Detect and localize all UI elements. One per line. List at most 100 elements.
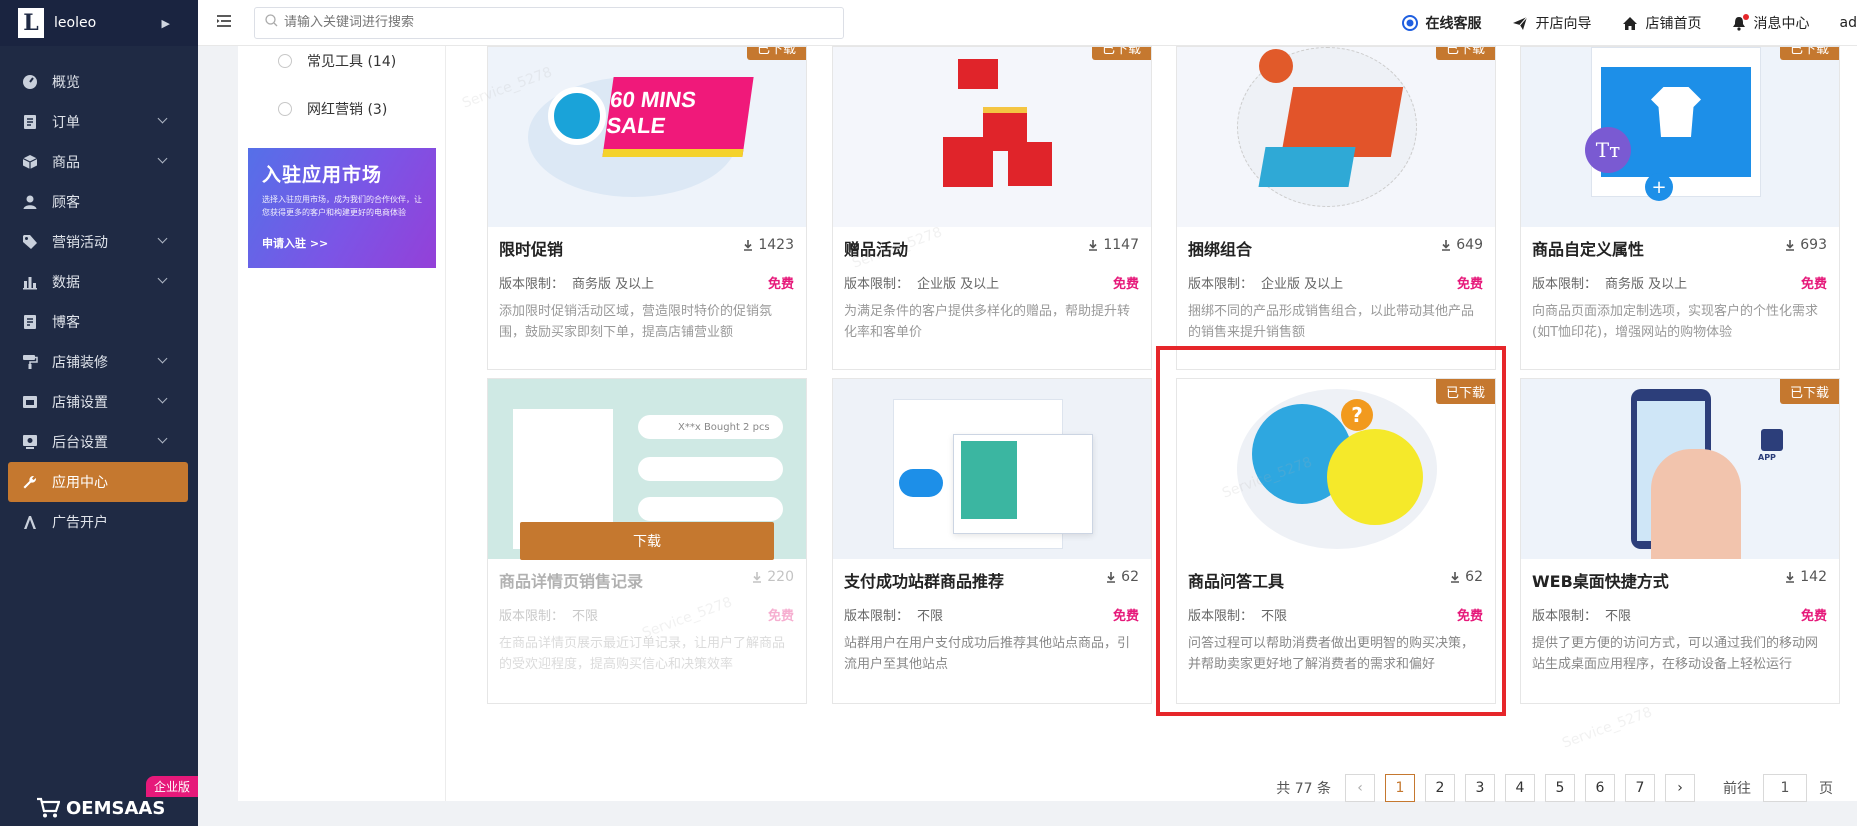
sidebar-item-admin-settings[interactable]: 后台设置 — [0, 422, 198, 462]
page-button[interactable]: 1 — [1385, 774, 1415, 802]
download-count-value: 1423 — [758, 237, 794, 253]
sidebar-item-ads[interactable]: 广告开户 — [0, 502, 198, 542]
filter-option-influencer[interactable]: 网红营销 (3) — [278, 99, 387, 119]
radio-button[interactable] — [278, 54, 292, 68]
sidebar-item-label: 商品 — [52, 155, 80, 171]
price: 免费 — [1112, 277, 1139, 292]
page-button[interactable]: 5 — [1545, 774, 1575, 802]
link-icon — [1259, 49, 1293, 83]
download-icon — [743, 239, 753, 251]
banner-title: 入驻应用市场 — [262, 164, 383, 186]
sidebar: L leoleo ▶ 概览 订单 商品 顾客 营销活动 数据 博客 店铺装修 店… — [0, 0, 198, 826]
prev-page-button[interactable]: ‹ — [1345, 774, 1375, 802]
app-card[interactable]: 支付成功站群商品推荐 62 版本限制： 不限 免费 站群用户在用户支付成功后推荐其… — [832, 378, 1152, 704]
footer-brand: OEMSAAS — [66, 797, 166, 819]
app-description: 添加限时促销活动区域，营造限时特价的促销氛围，鼓励买家即刻下单，提高店铺营业额 — [499, 304, 773, 340]
sidebar-item-app-center[interactable]: 应用中心 — [8, 462, 188, 502]
app-thumbnail — [1177, 47, 1495, 227]
radio-button[interactable] — [278, 102, 292, 116]
brand-name: leoleo — [54, 15, 97, 31]
app-label: APP — [1758, 453, 1776, 462]
sidebar-item-customers[interactable]: 顾客 — [0, 182, 198, 222]
chevron-down-icon — [157, 433, 168, 444]
page-button[interactable]: 7 — [1625, 774, 1655, 802]
page-button[interactable]: 4 — [1505, 774, 1535, 802]
brand-switcher[interactable]: L leoleo ▶ — [0, 0, 198, 46]
user-menu[interactable]: ad — [1840, 15, 1857, 31]
sales-record-line — [638, 457, 783, 481]
sale-sign: 60 MINS SALE — [602, 77, 754, 157]
sidebar-item-store-settings[interactable]: 店铺设置 — [0, 382, 198, 422]
app-description: 捆绑不同的产品形成销售组合，以此带动其他产品的销售来提升销售额 — [1188, 304, 1475, 340]
app-market-banner[interactable]: 入驻应用市场 选择入驻应用市场，成为我们的合作伙伴，让您获得更多的客户和构建更好… — [248, 148, 436, 268]
app-description: 提供了更方便的访问方式，可以通过我们的移动网站生成桌面应用程序，在移动设备上轻松… — [1532, 636, 1819, 672]
app-card[interactable]: X**x Bought 2 pcs 下载 商品详情页销售记录 220 版本限制：… — [487, 378, 807, 704]
version-limit: 版本限制： 不限 — [499, 605, 598, 624]
app-card[interactable]: 已下载 赠品活动 1147 版本限制： 企业版 及以上 免费 为满足条件的客户提供… — [832, 46, 1152, 370]
blog-icon — [22, 314, 38, 330]
message-center-label: 消息中心 — [1753, 16, 1810, 32]
download-count: 1423 — [743, 237, 794, 253]
banner-apply-link[interactable]: 申请入驻 >> — [262, 235, 422, 251]
version-value: 企业版 及以上 — [1261, 277, 1344, 292]
app-card[interactable]: APP 已下载 WEB桌面快捷方式 142 版本限制： 不限 免费 提供了更方便的… — [1520, 378, 1840, 704]
app-title: 商品自定义属性 — [1532, 240, 1645, 259]
sidebar-item-blog[interactable]: 博客 — [0, 302, 198, 342]
download-button[interactable]: 下载 — [520, 522, 774, 560]
sidebar-item-overview[interactable]: 概览 — [0, 62, 198, 102]
setup-guide-label: 开店向导 — [1535, 16, 1592, 32]
setup-guide-link[interactable]: 开店向导 — [1512, 13, 1592, 33]
next-page-button[interactable]: › — [1665, 774, 1695, 802]
download-count-value: 649 — [1456, 237, 1483, 253]
user-name: ad — [1839, 15, 1857, 31]
page-button[interactable]: 2 — [1425, 774, 1455, 802]
paper-plane-icon — [1512, 16, 1528, 31]
chevron-down-icon — [157, 273, 168, 284]
menu-toggle-icon[interactable] — [216, 13, 234, 32]
version-label: 版本限制： — [1188, 277, 1254, 292]
sidebar-item-products[interactable]: 商品 — [0, 142, 198, 182]
search-icon — [265, 14, 278, 31]
order-icon — [22, 114, 38, 130]
page-button[interactable]: 6 — [1585, 774, 1615, 802]
price: 免费 — [1800, 609, 1827, 624]
app-title: 捆绑组合 — [1188, 240, 1253, 259]
sidebar-item-orders[interactable]: 订单 — [0, 102, 198, 142]
search-box[interactable] — [254, 6, 844, 39]
version-limit: 版本限制： 企业版 及以上 — [844, 273, 999, 292]
goto-page-input[interactable]: 1 — [1763, 774, 1807, 802]
product-image — [961, 441, 1017, 519]
search-input[interactable] — [284, 15, 824, 30]
admin-settings-icon — [22, 434, 38, 450]
page-button[interactable]: 3 — [1465, 774, 1495, 802]
online-support-link[interactable]: 在线客服 — [1401, 13, 1482, 33]
sidebar-item-data[interactable]: 数据 — [0, 262, 198, 302]
download-icon — [1441, 239, 1451, 251]
download-icon — [752, 571, 762, 583]
app-thumbnail — [833, 47, 1151, 227]
total-count: 共 77 条 — [1276, 781, 1331, 797]
app-card[interactable]: 已下载 捆绑组合 649 版本限制： 企业版 及以上 免费 捆绑不同的产品形成销售… — [1176, 46, 1496, 370]
pagination: 共 77 条 ‹ 1 2 3 4 5 6 7 › 前往 1 页 — [1276, 774, 1857, 802]
app-title: 限时促销 — [499, 240, 564, 259]
download-count: 1147 — [1088, 237, 1139, 253]
app-card[interactable]: 60 MINS SALE 已下载 限时促销 1423 版本限制： 商务版 及以上 … — [487, 46, 807, 370]
download-count-value: 220 — [767, 569, 794, 585]
version-value: 商务版 及以上 — [1605, 277, 1688, 292]
filter-option-common-tools[interactable]: 常见工具 (14) — [278, 51, 396, 71]
version-value: 商务版 及以上 — [572, 277, 655, 292]
chevron-down-icon — [157, 353, 168, 364]
version-value: 不限 — [917, 609, 944, 624]
app-shortcut-icon — [1761, 429, 1783, 451]
sidebar-item-marketing[interactable]: 营销活动 — [0, 222, 198, 262]
download-icon — [1785, 571, 1795, 583]
message-center-link[interactable]: 消息中心 — [1732, 13, 1810, 33]
wrench-icon — [22, 474, 38, 490]
app-card[interactable]: Tт + 已下载 商品自定义属性 693 版本限制： 商务版 及以上 免费 向商品… — [1520, 46, 1840, 370]
version-value: 不限 — [572, 609, 599, 624]
page-unit: 页 — [1819, 781, 1833, 797]
app-title: WEB桌面快捷方式 — [1532, 572, 1669, 591]
chevron-down-icon — [157, 233, 168, 244]
store-home-link[interactable]: 店铺首页 — [1622, 13, 1702, 33]
sidebar-item-store-design[interactable]: 店铺装修 — [0, 342, 198, 382]
